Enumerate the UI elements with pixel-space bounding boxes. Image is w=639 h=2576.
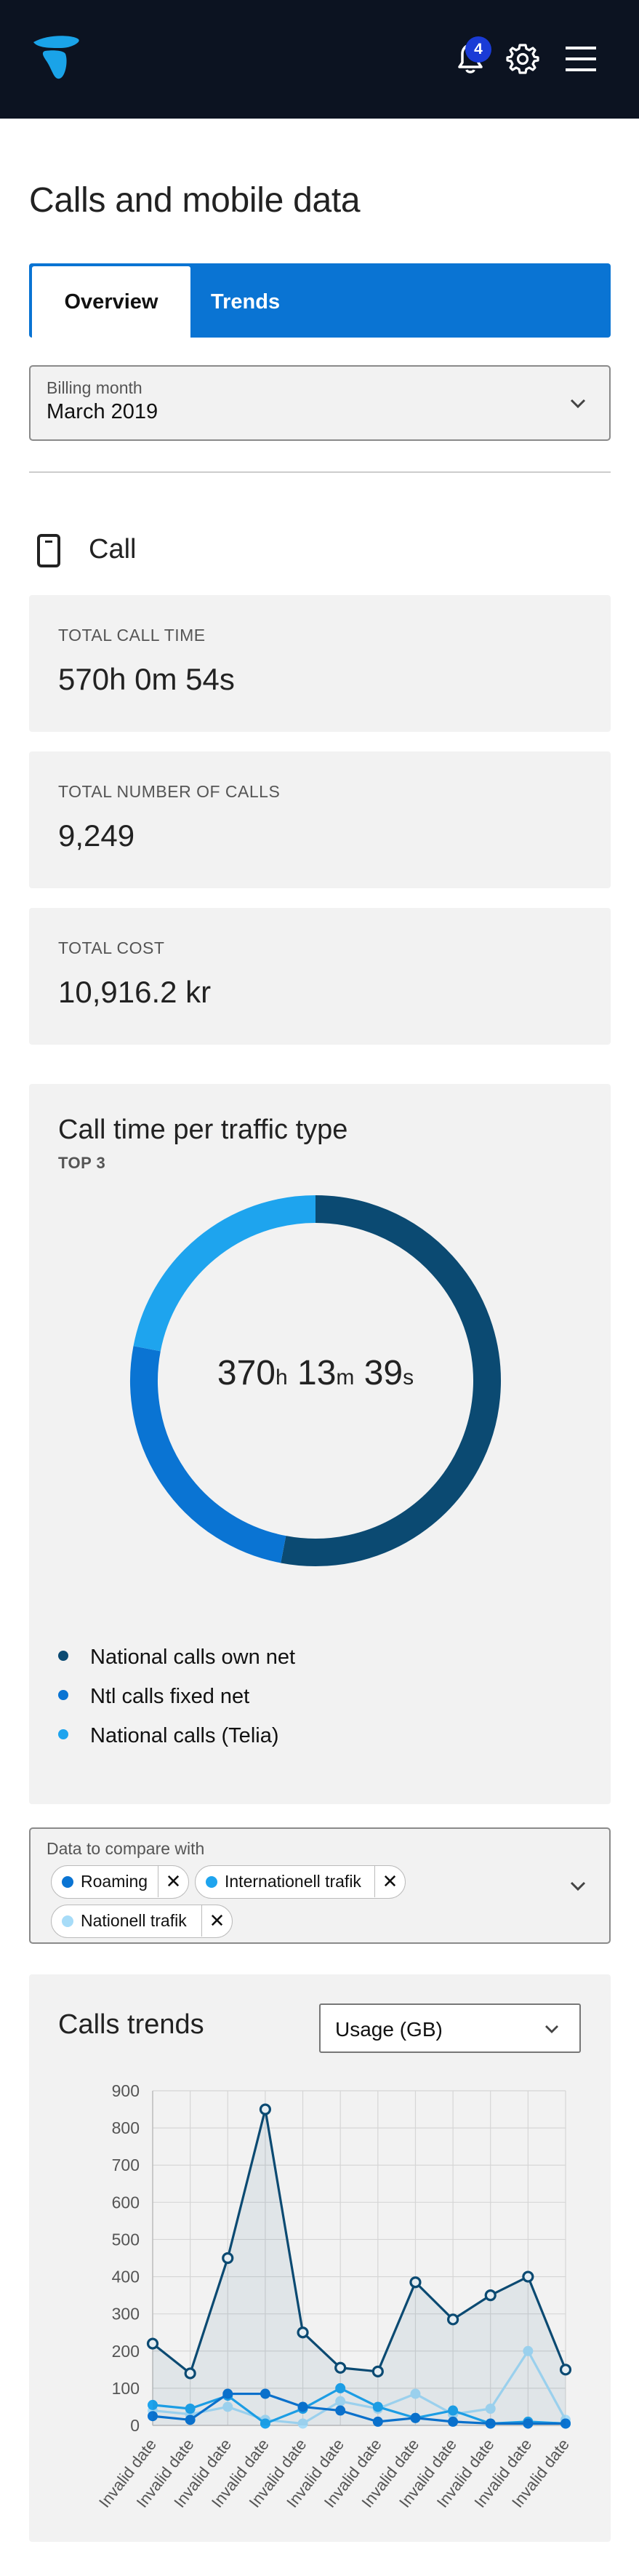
total-cost-card: TOTAL COST 10,916.2 kr (29, 908, 611, 1045)
legend-item: Ntl calls fixed net (58, 1685, 249, 1709)
seconds-unit: s (403, 1365, 414, 1389)
data-point (446, 2313, 459, 2326)
stat-label: TOTAL COST (58, 938, 165, 957)
calls-trends-panel: Calls trends Usage (GB) 0 100 200 300 400 500… (29, 1974, 611, 2542)
notification-badge: 4 (465, 36, 491, 63)
legend-label: National calls (Telia) (90, 1724, 279, 1747)
chip-dot (206, 1876, 217, 1888)
tab-trends[interactable]: Trends (211, 266, 280, 338)
total-call-time-card: TOTAL CALL TIME 570h 0m 54s (29, 595, 611, 732)
y-tick-label: 0 (130, 2416, 140, 2435)
data-point (146, 2337, 159, 2350)
legend-dot (58, 1690, 68, 1701)
legend-item: National calls (Telia) (58, 1724, 279, 1748)
gear-icon[interactable] (506, 42, 539, 76)
stat-value: 570h 0m 54s (58, 662, 235, 696)
y-tick-label: 100 (112, 2379, 140, 2398)
mobile-phone-icon (37, 534, 60, 567)
donut-slice (133, 1195, 316, 1352)
data-point (409, 2276, 422, 2289)
stat-value: 10,916.2 kr (58, 975, 212, 1009)
donut-center-total: 370h 13m 39s (126, 1353, 505, 1393)
chip-label: Internationell trafik (225, 1872, 361, 1891)
tab-overview[interactable]: Overview (32, 266, 190, 338)
y-tick-label: 800 (112, 2118, 140, 2137)
data-point (297, 2326, 309, 2339)
data-point (559, 2364, 572, 2376)
chip-nationell-trafik: Nationell trafik ✕ (51, 1905, 233, 1938)
remove-chip-icon[interactable]: ✕ (201, 1905, 232, 1937)
stat-value: 9,249 (58, 818, 135, 853)
divider (29, 471, 611, 473)
y-tick-label: 200 (112, 2342, 140, 2361)
chip-dot (62, 1876, 73, 1888)
billing-month-value: March 2019 (47, 400, 158, 423)
chip-label: Nationell trafik (81, 1911, 187, 1930)
series-area (153, 2109, 566, 2425)
calls-trends-line-chart: 0100200300400500600700800900Invalid date… (95, 2081, 573, 2511)
stat-label: TOTAL CALL TIME (58, 626, 206, 645)
legend-label: Ntl calls fixed net (90, 1685, 250, 1708)
billing-month-select[interactable]: Billing month March 2019 (29, 365, 611, 441)
total-calls-card: TOTAL NUMBER OF CALLS 9,249 (29, 751, 611, 888)
hours-value: 370 (217, 1354, 276, 1392)
chip-dot (62, 1915, 73, 1927)
legend-dot (58, 1729, 68, 1740)
minutes-unit: m (336, 1365, 355, 1389)
stat-label: TOTAL NUMBER OF CALLS (58, 782, 281, 801)
y-tick-label: 400 (112, 2268, 140, 2286)
call-section-title: Call (89, 534, 137, 565)
y-tick-label: 700 (112, 2156, 140, 2174)
remove-chip-icon[interactable]: ✕ (158, 1866, 188, 1897)
data-point (222, 2252, 234, 2265)
compare-data-select[interactable]: Data to compare with Roaming ✕ Internati… (29, 1827, 611, 1944)
data-point (259, 2103, 272, 2116)
data-point (184, 2367, 196, 2380)
telia-logo-icon[interactable] (28, 32, 81, 81)
legend-label: National calls own net (90, 1646, 296, 1669)
billing-month-label: Billing month (47, 378, 142, 397)
chevron-down-icon (570, 399, 586, 409)
y-tick-label: 500 (112, 2230, 140, 2249)
legend-item: National calls own net (58, 1646, 295, 1670)
chip-roaming: Roaming ✕ (51, 1865, 189, 1899)
y-tick-label: 600 (112, 2193, 140, 2212)
page-title: Calls and mobile data (29, 181, 361, 220)
data-point (484, 2289, 497, 2302)
panel-subtitle: TOP 3 (58, 1154, 106, 1172)
traffic-type-panel: Call time per traffic type TOP 3 370h 13… (29, 1084, 611, 1804)
top-bar: 4 (0, 0, 639, 119)
panel-title: Call time per traffic type (58, 1114, 348, 1145)
hours-unit: h (275, 1365, 288, 1389)
chip-internationell-trafik: Internationell trafik ✕ (195, 1865, 406, 1899)
data-point (522, 2270, 534, 2283)
compare-label: Data to compare with (47, 1839, 205, 1858)
hamburger-menu-icon[interactable] (564, 44, 598, 74)
chevron-down-icon[interactable] (568, 1877, 587, 1896)
y-tick-label: 900 (112, 2081, 140, 2100)
legend-dot (58, 1651, 68, 1662)
data-point (371, 2365, 384, 2377)
data-point (334, 2361, 347, 2374)
minutes-value: 13 (297, 1354, 337, 1392)
remove-chip-icon[interactable]: ✕ (374, 1866, 405, 1897)
seconds-value: 39 (363, 1354, 403, 1392)
chip-label: Roaming (81, 1872, 148, 1891)
tab-bar: Overview Trends (29, 263, 611, 338)
y-tick-label: 300 (112, 2305, 140, 2324)
